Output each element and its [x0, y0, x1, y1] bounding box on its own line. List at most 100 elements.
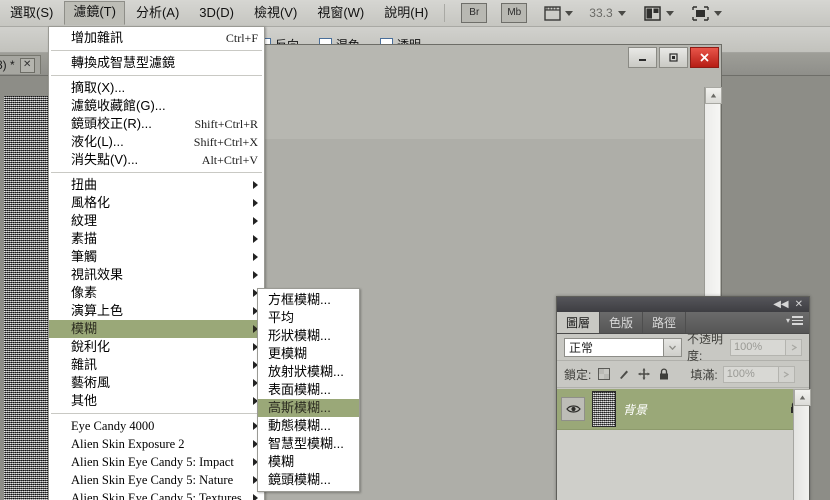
layers-panel: ◀◀ ✕ 圖層 色版 路徑 ▾ 正常 不透明度: 100% 鎖定: 填滿: 10…: [556, 296, 811, 500]
arrange-documents-icon[interactable]: [642, 4, 664, 22]
panel-menu-button[interactable]: ▾: [786, 316, 803, 325]
menu-analysis[interactable]: 分析(A): [127, 2, 188, 25]
filter-menu-item[interactable]: 液化(L)... Shift+Ctrl+X: [49, 133, 264, 151]
fill-slider-arrow-icon[interactable]: [778, 365, 795, 383]
filter-menu-item[interactable]: 紋理: [49, 212, 264, 230]
opacity-input[interactable]: 100%: [730, 338, 786, 356]
filter-menu-item[interactable]: 視訊效果: [49, 266, 264, 284]
blur-menu-item[interactable]: 高斯模糊...: [258, 399, 359, 417]
menu-select[interactable]: 選取(S): [1, 2, 62, 25]
lock-position-icon[interactable]: [636, 367, 651, 382]
blur-menu-item[interactable]: 動態模糊...: [258, 417, 359, 435]
lock-row: 鎖定: 填滿: 100%: [557, 361, 809, 388]
blur-menu-item[interactable]: 鏡頭模糊...: [258, 471, 359, 489]
minimize-button[interactable]: [628, 47, 657, 68]
menu-separator: [51, 172, 262, 173]
restore-button[interactable]: [659, 47, 688, 68]
eye-icon[interactable]: [561, 397, 585, 421]
blend-mode-chevron-down-icon[interactable]: [664, 337, 682, 357]
zoom-chevron-down-icon[interactable]: [617, 10, 626, 16]
submenu-arrow-icon: [253, 253, 258, 261]
view-extras-icon[interactable]: [541, 4, 563, 22]
menu-item-label: Alien Skin Eye Candy 5: Impact: [71, 455, 234, 469]
filter-menu-item[interactable]: Alien Skin Eye Candy 5: Impact: [49, 453, 264, 471]
filter-menu[interactable]: 增加雜訊 Ctrl+F 轉換成智慧型濾鏡摘取(X)... 濾鏡收藏館(G)... 鏡頭校…: [48, 26, 265, 500]
layer-row[interactable]: 背景: [557, 389, 809, 430]
menu-item-label: 形狀模糊...: [268, 328, 331, 343]
filter-menu-item[interactable]: 扭曲: [49, 176, 264, 194]
photoshop-window: 反向 混色 透明 (8) * ✕: [0, 0, 830, 500]
filter-menu-item[interactable]: 銳利化: [49, 338, 264, 356]
filter-menu-item[interactable]: Alien Skin Exposure 2: [49, 435, 264, 453]
filter-menu-item[interactable]: 增加雜訊 Ctrl+F: [49, 29, 264, 47]
menu-item-label: 紋理: [71, 213, 98, 228]
menu-item-label: 模糊: [268, 454, 295, 469]
close-window-button[interactable]: [690, 47, 719, 68]
menu-item-label: 模糊: [71, 321, 98, 336]
screen-mode-icon[interactable]: [690, 4, 712, 22]
filter-menu-item[interactable]: 像素: [49, 284, 264, 302]
screen-mode-chevron-down-icon[interactable]: [713, 10, 722, 16]
blur-menu-item[interactable]: 智慧型模糊...: [258, 435, 359, 453]
menu-item-label: 放射狀模糊...: [268, 364, 344, 379]
filter-menu-item[interactable]: 筆觸: [49, 248, 264, 266]
opacity-slider-arrow-icon[interactable]: [786, 338, 802, 356]
arrange-chevron-down-icon[interactable]: [665, 10, 674, 16]
filter-menu-item[interactable]: 風格化: [49, 194, 264, 212]
filter-menu-item[interactable]: 雜訊: [49, 356, 264, 374]
blur-menu-item[interactable]: 模糊: [258, 453, 359, 471]
tab-layers[interactable]: 圖層: [557, 312, 601, 333]
menubar-divider: [444, 4, 446, 22]
blur-menu-item[interactable]: 形狀模糊...: [258, 327, 359, 345]
filter-menu-item[interactable]: 轉換成智慧型濾鏡: [49, 54, 264, 72]
menu-item-label: 像素: [71, 285, 98, 300]
layer-name[interactable]: 背景: [623, 401, 647, 418]
panel-close-icon[interactable]: ✕: [795, 299, 803, 310]
menu-item-label: 摘取(X)...: [71, 80, 126, 95]
scroll-up-icon[interactable]: [705, 87, 722, 104]
filter-menu-item[interactable]: 其他: [49, 392, 264, 410]
collapse-icon[interactable]: ◀◀: [773, 299, 788, 310]
lock-all-icon[interactable]: [656, 367, 671, 382]
layers-scrollbar[interactable]: [793, 389, 811, 500]
filter-menu-item[interactable]: 濾鏡收藏館(G)...: [49, 97, 264, 115]
filter-menu-item[interactable]: Alien Skin Eye Candy 5: Textures: [49, 489, 264, 500]
filter-menu-item[interactable]: Eye Candy 4000: [49, 417, 264, 435]
menu-item-label: Eye Candy 4000: [71, 419, 155, 433]
blur-menu-item[interactable]: 放射狀模糊...: [258, 363, 359, 381]
panel-menu-icon[interactable]: [792, 316, 803, 325]
menu-3d[interactable]: 3D(D): [190, 2, 243, 25]
menu-view[interactable]: 檢視(V): [245, 2, 306, 25]
blur-submenu[interactable]: 方框模糊... 平均 形狀模糊... 更模糊 放射狀模糊... 表面模糊... 高斯模糊..…: [257, 288, 360, 492]
menu-filter[interactable]: 濾鏡(T): [64, 1, 125, 25]
lock-transparency-icon[interactable]: [596, 367, 611, 382]
blur-menu-item[interactable]: 平均: [258, 309, 359, 327]
filter-menu-item[interactable]: 消失點(V)... Alt+Ctrl+V: [49, 151, 264, 169]
filter-menu-item[interactable]: 鏡頭校正(R)... Shift+Ctrl+R: [49, 115, 264, 133]
filter-menu-item[interactable]: Alien Skin Eye Candy 5: Nature: [49, 471, 264, 489]
blur-menu-item[interactable]: 方框模糊...: [258, 291, 359, 309]
mini-bridge-button[interactable]: Mb: [501, 3, 528, 23]
filter-menu-item[interactable]: 模糊: [49, 320, 264, 338]
lock-image-icon[interactable]: [616, 367, 631, 382]
menu-window[interactable]: 視窗(W): [308, 2, 373, 25]
document-tab[interactable]: (8) * ✕: [0, 55, 41, 74]
filter-menu-item[interactable]: 素描: [49, 230, 264, 248]
close-icon[interactable]: ✕: [19, 57, 35, 73]
tab-paths[interactable]: 路徑: [643, 312, 687, 333]
menu-help[interactable]: 說明(H): [375, 2, 437, 25]
layers-scroll-up-icon[interactable]: [794, 389, 811, 406]
filter-menu-item[interactable]: 摘取(X)...: [49, 79, 264, 97]
blend-mode-select[interactable]: 正常: [564, 337, 664, 357]
bridge-button[interactable]: Br: [461, 3, 488, 23]
tab-channels[interactable]: 色版: [600, 312, 644, 333]
layer-thumbnail[interactable]: [592, 391, 616, 427]
blur-menu-item[interactable]: 表面模糊...: [258, 381, 359, 399]
blur-menu-item[interactable]: 更模糊: [258, 345, 359, 363]
filter-menu-item[interactable]: 演算上色: [49, 302, 264, 320]
menu-item-label: 筆觸: [71, 249, 98, 264]
fill-input[interactable]: 100%: [722, 365, 779, 383]
view-extras-chevron-down-icon[interactable]: [565, 10, 574, 16]
filter-menu-item[interactable]: 藝術風: [49, 374, 264, 392]
menu-item-label: 消失點(V)...: [71, 152, 139, 167]
